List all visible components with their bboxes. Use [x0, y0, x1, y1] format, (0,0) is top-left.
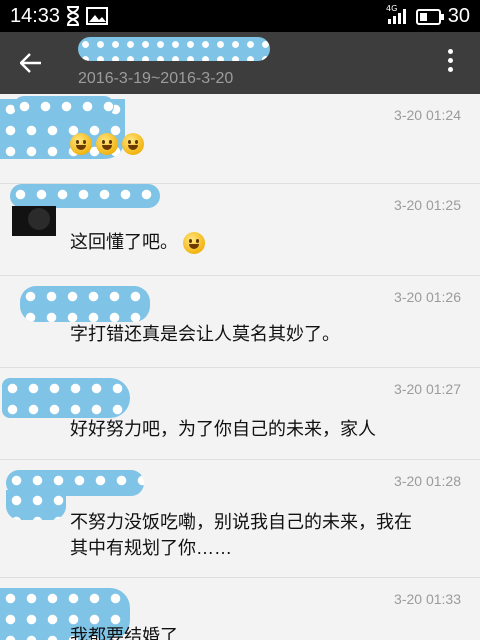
message-text: 字打错还真是会让人莫名其妙了。: [70, 324, 340, 344]
avatar: [12, 206, 56, 236]
smile-emoji-icon: [70, 133, 92, 156]
image-icon: [86, 6, 108, 31]
sender-redacted: [2, 378, 130, 418]
back-button[interactable]: [8, 40, 54, 86]
message-timestamp: 3-20 01:33: [394, 591, 461, 607]
status-time: 14:33: [10, 5, 61, 27]
message-item[interactable]: 3-20 01:24: [0, 94, 480, 184]
message-item[interactable]: 3-20 01:33 我都要结婚了: [0, 578, 480, 640]
network-label: 4G: [386, 4, 397, 13]
date-range: 2016-3-19~2016-3-20: [78, 70, 234, 87]
message-timestamp: 3-20 01:25: [394, 197, 461, 213]
message-emojis: [70, 130, 148, 156]
status-bar: 14:33 4G 30: [0, 0, 480, 32]
battery-percent: 30: [447, 5, 470, 27]
smile-emoji-icon: [96, 133, 118, 156]
message-item[interactable]: 3-20 01:28 不努力没饭吃嘞，别说我自己的未来，我在 其中有规划了你……: [0, 460, 480, 578]
back-arrow-icon: [20, 53, 41, 73]
sender-redacted: [20, 286, 150, 322]
grin-emoji-icon: [183, 232, 206, 255]
message-text-line2: 其中有规划了你……: [70, 538, 232, 558]
message-text: 不努力没饭吃嘞，别说我自己的未来，我在: [70, 512, 412, 532]
app-bar: 2016-3-19~2016-3-20: [0, 32, 480, 94]
sender-redacted-part: [14, 96, 114, 116]
message-timestamp: 3-20 01:24: [394, 107, 461, 123]
message-item[interactable]: 3-20 01:27 好好努力吧，为了你自己的未来，家人: [0, 368, 480, 460]
message-timestamp: 3-20 01:26: [394, 289, 461, 305]
sender-redacted: [10, 184, 160, 208]
hourglass-icon: [66, 6, 80, 31]
smile-emoji-icon: [122, 133, 144, 156]
message-list[interactable]: 3-20 01:24 3-20 01:25 这回懂了吧。 3-20 01:26 …: [0, 94, 480, 640]
message-text: 好好努力吧，为了你自己的未来，家人: [70, 419, 376, 439]
more-vertical-icon: [447, 49, 453, 54]
signal-icon: 4G: [386, 4, 410, 31]
message-timestamp: 3-20 01:27: [394, 381, 461, 397]
more-options-button[interactable]: [444, 46, 456, 78]
message-item[interactable]: 3-20 01:26 字打错还真是会让人莫名其妙了。: [0, 276, 480, 368]
message-timestamp: 3-20 01:28: [394, 473, 461, 489]
contact-name-redacted: [78, 37, 270, 61]
message-text: 这回懂了吧。: [70, 232, 178, 252]
message-item[interactable]: 3-20 01:25 这回懂了吧。: [0, 184, 480, 276]
battery-icon: [416, 9, 444, 30]
message-text: 我都要结婚了: [70, 626, 178, 640]
sender-redacted-part: [6, 490, 66, 520]
